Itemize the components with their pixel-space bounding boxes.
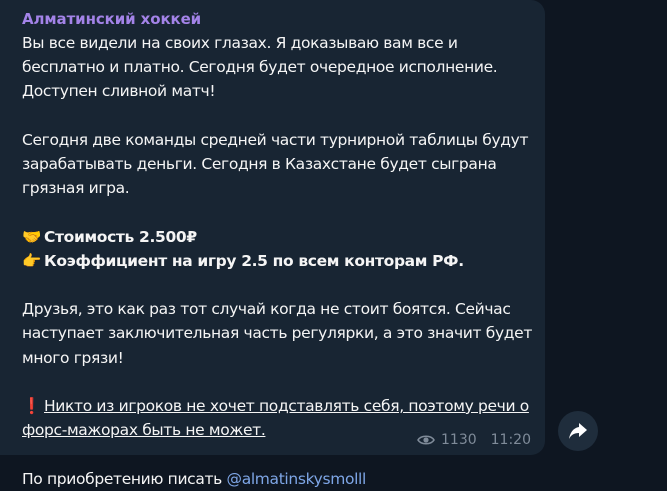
- text-line: много грязи!: [22, 348, 124, 367]
- sender-name[interactable]: Алматинский хоккей: [22, 8, 527, 30]
- pointing-hand-icon: 👉: [22, 251, 41, 270]
- text-line: Доступен сливной матч!: [22, 82, 216, 101]
- text-line: грязная игра.: [22, 179, 130, 198]
- message-time: 11:20: [490, 432, 531, 448]
- view-count: 1130: [441, 432, 477, 448]
- message-meta: 1130 11:20: [417, 432, 531, 448]
- eye-icon: [417, 435, 435, 445]
- contact-text: По приобретению писать: [22, 469, 227, 488]
- mention-link[interactable]: @almatinskysmolll: [227, 470, 367, 488]
- handshake-icon: 🤝: [22, 227, 41, 246]
- contact-line: По приобретению писать @almatinskysmolll: [22, 467, 527, 491]
- message-bubble: Алматинский хоккей Вы все видели на свои…: [0, 0, 545, 488]
- odds-line: 👉 Коэффициент на игру 2.5 по всем контора…: [22, 249, 527, 273]
- exclamation-icon: ❗: [22, 396, 41, 415]
- warning-line: ❗ Никто из игроков не хочет подставлять с…: [22, 394, 529, 418]
- warning-text: Никто из игроков не хочет подставлять се…: [44, 396, 529, 415]
- message-text: Вы все видели на своих глазах. Я доказыв…: [22, 31, 533, 491]
- share-icon: [569, 423, 587, 439]
- price-text: Стоимость 2.500₽: [44, 227, 197, 246]
- price-line: 🤝 Стоимость 2.500₽: [22, 225, 527, 249]
- text-line: Вы все видели на своих глазах. Я доказыв…: [22, 34, 458, 52]
- odds-text: Коэффициент на игру 2.5 по всем конторам…: [44, 251, 464, 270]
- text-line: Друзья, это как раз тот случай когда не …: [22, 300, 511, 319]
- share-button[interactable]: [558, 411, 598, 451]
- text-line: наступает заключительная часть регулярки…: [22, 324, 533, 343]
- text-line: Сегодня две команды средней части турнир…: [22, 130, 529, 149]
- text-line: зарабатывать деньги. Сегодня в Казахстан…: [22, 155, 497, 173]
- text-line: бесплатно и платно. Сегодня будет очеред…: [22, 58, 498, 77]
